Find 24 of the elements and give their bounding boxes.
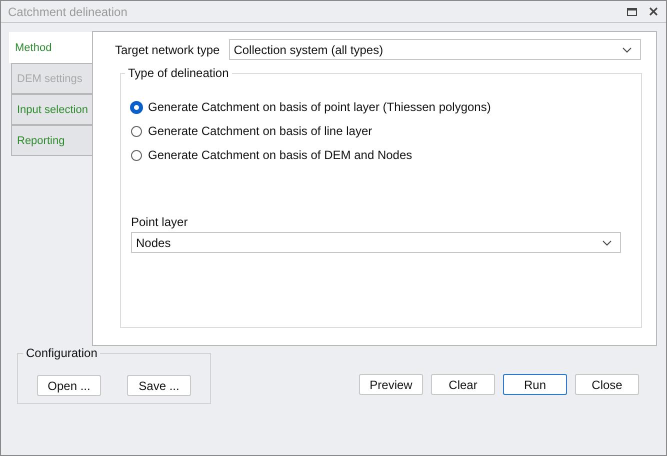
dropdown[interactable]: Collection system (all types)	[228, 39, 641, 60]
button[interactable]: Preview	[359, 374, 423, 395]
group-title: Configuration	[23, 346, 100, 360]
button[interactable]: Run	[503, 374, 567, 395]
field-label: Target network type	[115, 42, 220, 56]
button[interactable]: Open ...	[37, 375, 101, 396]
tab[interactable]: Method	[9, 32, 92, 63]
field-label: Point layer	[131, 215, 189, 229]
chevron-down-icon	[602, 240, 612, 246]
window-title: Catchment delineation	[8, 4, 128, 18]
maximize-icon[interactable]	[627, 8, 637, 16]
radio-option[interactable]: Generate Catchment on basis of line layer	[131, 123, 621, 139]
radio-option[interactable]: Generate Catchment on basis of DEM and Nodes	[131, 147, 621, 163]
radio-option[interactable]: Generate Catchment on basis of point layer (Thiessen polygons)	[131, 99, 621, 115]
dropdown[interactable]: Nodes	[131, 232, 621, 253]
button[interactable]: Clear	[431, 374, 495, 395]
button[interactable]: Close	[575, 374, 639, 395]
radio-button[interactable]	[131, 150, 142, 160]
button[interactable]: Save ...	[127, 375, 191, 396]
group-title: Type of delineation	[125, 66, 232, 80]
radio-button[interactable]	[131, 126, 142, 136]
close-icon[interactable]	[649, 7, 658, 16]
radio-button[interactable]	[130, 100, 143, 114]
chevron-down-icon	[622, 46, 632, 52]
